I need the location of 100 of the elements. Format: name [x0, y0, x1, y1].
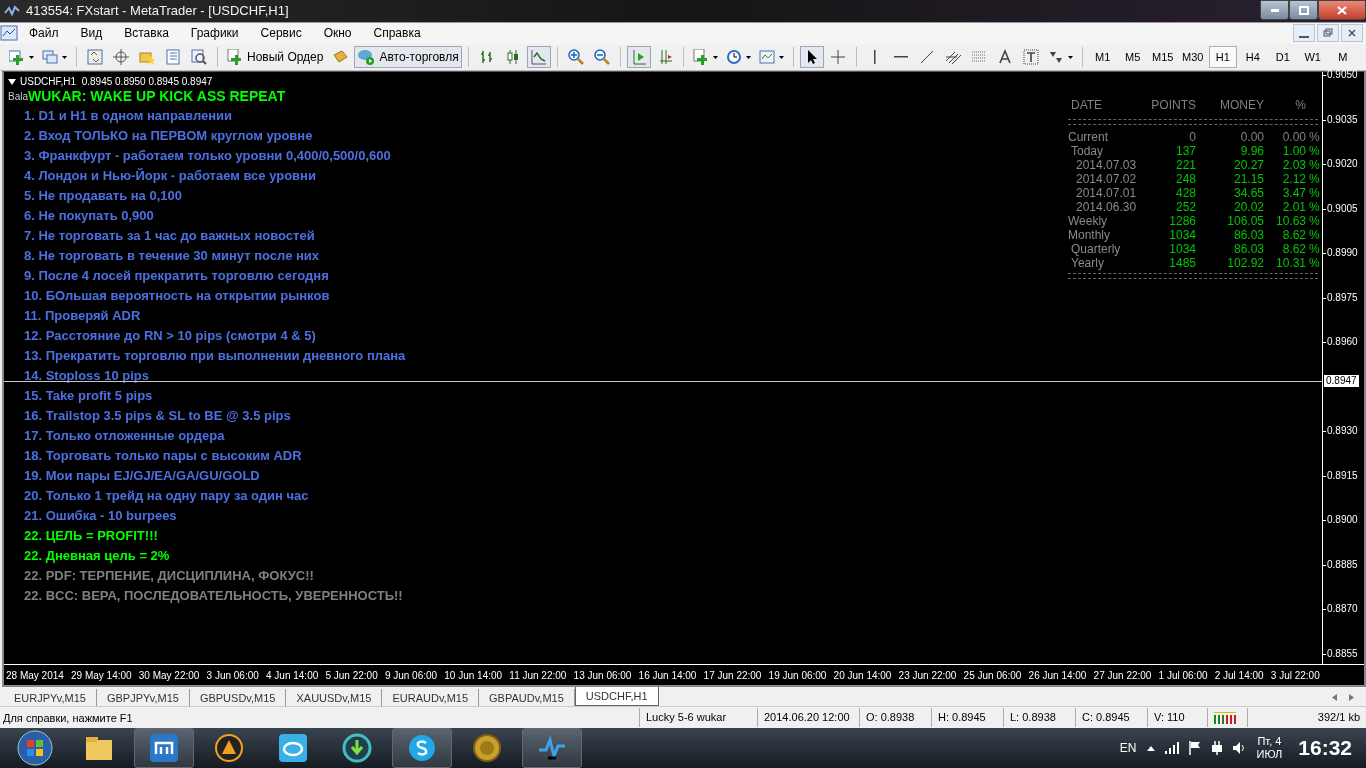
- rule-text: 10. БОльшая вероятность на открытии рынков: [24, 287, 330, 306]
- row-label: Yearly: [1070, 256, 1105, 271]
- scroll-right-icon[interactable]: [1349, 694, 1354, 702]
- table-cell-text: 428: [1174, 186, 1196, 201]
- timeframe-button[interactable]: M: [1328, 46, 1357, 68]
- table-cell-text: 10.63: [1274, 214, 1306, 229]
- maximize-button[interactable]: [1289, 0, 1318, 20]
- table-cell-text: 1034: [1168, 228, 1196, 243]
- menu-item[interactable]: Сервис: [249, 26, 313, 41]
- price-label: 0.8900: [1327, 515, 1358, 526]
- text-label-icon: [996, 49, 1013, 65]
- triangle-app-icon[interactable]: [213, 732, 245, 764]
- download-icon[interactable]: [341, 732, 373, 764]
- rule-text: 21. Ошибка - 10 burpees: [24, 507, 177, 526]
- table-cell-text: 0: [1188, 130, 1196, 145]
- time-label: 29 May 14:00: [71, 669, 132, 681]
- timeframe-button[interactable]: H4: [1238, 46, 1267, 68]
- table-cell-text: %: [1308, 186, 1318, 201]
- table-cell-text: %: [1308, 242, 1318, 257]
- menu-item[interactable]: Вставка: [113, 26, 180, 41]
- horizontal-line-icon: [893, 56, 908, 58]
- cloud-icon[interactable]: [277, 732, 309, 764]
- menu-item[interactable]: Справка: [362, 26, 432, 41]
- rule-text: 11. Проверяй ADR: [24, 307, 141, 326]
- timeframe-button[interactable]: M30: [1178, 46, 1207, 68]
- window-title: 413554: FXstart - MetaTrader - [USDCHF,H1]: [26, 3, 290, 19]
- maximize-app-icon[interactable]: [148, 732, 180, 764]
- menu-item[interactable]: Вид: [69, 26, 114, 41]
- cursor-button[interactable]: [799, 46, 824, 68]
- table-cell-text: 1034: [1168, 242, 1196, 257]
- clock-time[interactable]: 16:32: [1298, 736, 1352, 760]
- table-cell-text: %: [1308, 158, 1318, 173]
- price-label: 0.9020: [1327, 159, 1358, 170]
- table-cell-text: 2.01: [1281, 200, 1306, 215]
- speaker-icon[interactable]: [1232, 742, 1247, 754]
- vertical-line-icon: [873, 50, 876, 64]
- dropdown-triangle-icon: [8, 78, 16, 85]
- table-cell-text: %: [1308, 200, 1318, 215]
- time-label: 11 Jun 22:00: [509, 669, 567, 681]
- caret-icon: [1067, 55, 1073, 59]
- price-label: 0.8870: [1327, 604, 1358, 615]
- price-label: 0.8930: [1327, 426, 1358, 437]
- menu-item[interactable]: Файл: [18, 26, 70, 41]
- timeframe-button[interactable]: M5: [1118, 46, 1147, 68]
- timeframe-button[interactable]: M1: [1088, 46, 1117, 68]
- menu-item[interactable]: Графики: [179, 26, 250, 41]
- timeframe-button[interactable]: M15: [1148, 46, 1177, 68]
- row-label: 2014.07.02: [1075, 172, 1138, 187]
- time-label: 10 Jun 14:00: [444, 669, 503, 681]
- menu-item[interactable]: Окно: [312, 26, 363, 41]
- time-label: 26 Jun 14:00: [1028, 669, 1087, 681]
- rule-text: 12. Расстояние до RN > 10 pips (смотри 4 & 5): [24, 327, 316, 346]
- restore-button[interactable]: [1317, 24, 1339, 43]
- zoom-in-icon: [567, 49, 584, 65]
- status-cell: O: 0.8938: [859, 708, 931, 728]
- time-label: 1 Jul 06:00: [1158, 669, 1208, 681]
- timeframe-button[interactable]: W1: [1298, 46, 1327, 68]
- templates-icon: [758, 49, 775, 65]
- auto-trading-button[interactable]: Авто-торговля: [354, 46, 462, 68]
- chart-header: USDCHF,H1 0.8945 0.8950 0.8945 0.8947: [20, 76, 213, 88]
- scroll-icon: [332, 49, 349, 65]
- rule-text: 4. Лондон и Нью-Йорк - работаем все уровни: [24, 167, 316, 186]
- caret-icon: [62, 55, 67, 59]
- table-cell-text: 248: [1174, 172, 1196, 187]
- timeframe-button[interactable]: H1: [1208, 46, 1237, 68]
- minimize-icon: [1270, 8, 1279, 12]
- table-cell-text: 3.47: [1281, 186, 1306, 201]
- crosshair-icon: [829, 49, 846, 65]
- rule-text: 2. Вход ТОЛЬКО на ПЕРВОМ круглом уровне: [24, 127, 313, 146]
- autoscroll-button[interactable]: [626, 46, 651, 68]
- row-label: Current: [1068, 130, 1109, 145]
- rule-text: 9. После 4 лосей прекратить торговлю сегодня: [24, 267, 329, 286]
- language-indicator[interactable]: EN: [1119, 741, 1137, 755]
- table-cell-text: %: [1308, 214, 1318, 229]
- scroll-left-icon[interactable]: [1332, 694, 1337, 702]
- new-order-button[interactable]: Новый Ордер: [224, 46, 327, 68]
- skype-icon[interactable]: [406, 732, 438, 764]
- start-button[interactable]: [17, 730, 53, 766]
- time-label: 25 Jun 06:00: [963, 669, 1022, 681]
- document-plus-icon: [227, 49, 243, 65]
- row-label: Today: [1070, 144, 1105, 159]
- power-plug-icon[interactable]: [1210, 741, 1223, 755]
- play-icon: [357, 49, 376, 65]
- candlestick-icon: [504, 49, 521, 65]
- rule-text: 13. Прекратить торговлю при выполнении дневного плана: [24, 347, 406, 366]
- table-cell-text: 8.62: [1281, 242, 1306, 257]
- close-button[interactable]: [1318, 0, 1366, 20]
- time-label: 17 Jun 22:00: [703, 669, 762, 681]
- status-cell: L: 0.8938: [1003, 708, 1075, 728]
- app-icon: [4, 4, 20, 17]
- table-cell-text: %: [1308, 130, 1318, 145]
- signal-icon[interactable]: [1164, 742, 1179, 754]
- flag-icon[interactable]: [1188, 741, 1201, 755]
- chart-tab[interactable]: USDCHF,H1: [574, 687, 659, 707]
- minimize-button[interactable]: [1260, 0, 1289, 20]
- close-icon: [1347, 28, 1357, 39]
- show-hidden-icons[interactable]: [1146, 745, 1155, 751]
- price-label: 0.8990: [1327, 248, 1358, 259]
- timeframe-button[interactable]: D1: [1268, 46, 1297, 68]
- line-chart-button[interactable]: [526, 46, 551, 68]
